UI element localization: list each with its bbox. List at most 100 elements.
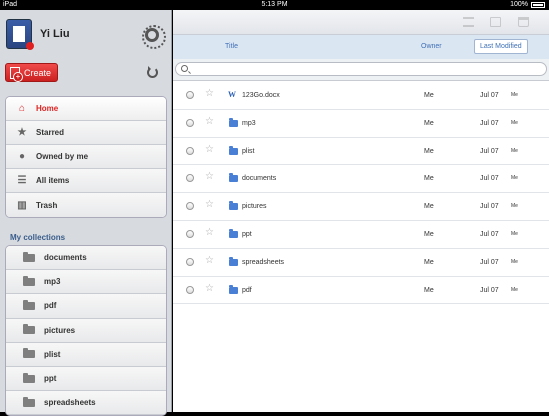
- select-checkbox[interactable]: [186, 202, 194, 211]
- star-icon[interactable]: ☆: [205, 116, 214, 127]
- file-name[interactable]: plist: [242, 148, 254, 155]
- file-row[interactable]: ☆ pdf Me Jul 07 Me: [173, 277, 549, 305]
- collection-item-pictures[interactable]: pictures: [6, 318, 166, 343]
- nav-item-owned-by-me[interactable]: ● Owned by me: [6, 145, 166, 169]
- file-owner: Me: [424, 286, 434, 294]
- file-row[interactable]: ☆ plist Me Jul 07 Me: [173, 138, 549, 166]
- select-checkbox[interactable]: [186, 285, 194, 294]
- move-icon[interactable]: [463, 17, 474, 27]
- file-date: Jul 07: [480, 92, 499, 99]
- file-name[interactable]: pdf: [242, 287, 252, 294]
- main-panel: Title Owner Last Modified ☆ W 123Go.docx Me…: [173, 10, 549, 412]
- collection-item-mp3[interactable]: mp3: [6, 270, 166, 295]
- folder-icon: [229, 117, 238, 127]
- create-button[interactable]: Create: [5, 63, 58, 82]
- file-modified-by: Me: [511, 230, 518, 237]
- nav-item-label: All items: [36, 176, 70, 185]
- folder-icon: [229, 256, 238, 266]
- select-checkbox[interactable]: [186, 118, 194, 127]
- nav-item-all-items[interactable]: ☰ All items: [6, 169, 166, 193]
- star-icon: ★: [17, 127, 27, 138]
- file-name[interactable]: ppt: [242, 231, 252, 238]
- folder-icon: [229, 145, 238, 155]
- nav-item-trash[interactable]: ▥ Trash: [6, 193, 166, 217]
- clock: 5:13 PM: [261, 1, 288, 8]
- file-list: ☆ W 123Go.docx Me Jul 07 Me ☆ mp3 Me Jul 07 Me ☆ pli…: [173, 82, 549, 305]
- file-row[interactable]: ☆ mp3 Me Jul 07 Me: [173, 110, 549, 138]
- file-name[interactable]: spreadsheets: [242, 259, 284, 266]
- folder-icon: [229, 284, 238, 294]
- file-row[interactable]: ☆ W 123Go.docx Me Jul 07 Me: [173, 82, 549, 110]
- nav-item-home[interactable]: ⌂ Home: [6, 97, 166, 121]
- file-row[interactable]: ☆ ppt Me Jul 07 Me: [173, 221, 549, 249]
- delete-icon[interactable]: [518, 17, 529, 27]
- select-checkbox[interactable]: [186, 174, 194, 183]
- column-header: Title Owner Last Modified: [173, 35, 549, 59]
- trash-icon: ▥: [17, 199, 27, 211]
- status-bar: iPad 5:13 PM 100%: [0, 0, 549, 10]
- file-name[interactable]: 123Go.docx: [242, 92, 280, 99]
- file-date: Jul 07: [480, 286, 499, 294]
- folder-icon: [23, 324, 35, 335]
- file-name[interactable]: pictures: [242, 203, 267, 210]
- search-input[interactable]: [192, 63, 532, 75]
- collection-label: documents: [44, 253, 87, 263]
- sidebar: Yi Liu Create ⌂ Home ★ Starred ● Owned by me ☰…: [0, 10, 172, 416]
- collection-item-pdf[interactable]: pdf: [6, 294, 166, 319]
- select-checkbox[interactable]: [186, 229, 194, 238]
- file-owner: Me: [424, 230, 434, 238]
- file-date: Jul 07: [480, 119, 499, 127]
- select-checkbox[interactable]: [186, 91, 194, 99]
- file-owner: Me: [424, 175, 434, 183]
- list-icon: ☰: [17, 175, 27, 186]
- file-date: Jul 07: [480, 147, 499, 155]
- nav-item-label: Home: [36, 104, 59, 113]
- star-icon[interactable]: ☆: [205, 199, 214, 210]
- file-date: Jul 07: [480, 203, 499, 211]
- collection-item-documents[interactable]: documents: [6, 246, 166, 271]
- collection-label: plist: [44, 349, 61, 359]
- star-icon[interactable]: ☆: [205, 255, 214, 266]
- new-folder-icon[interactable]: [490, 17, 501, 27]
- file-name[interactable]: mp3: [242, 120, 256, 127]
- star-icon[interactable]: ☆: [205, 283, 214, 294]
- profile-header: Yi Liu: [0, 10, 172, 60]
- star-icon[interactable]: ☆: [205, 88, 214, 99]
- search-box[interactable]: [175, 62, 547, 76]
- star-icon[interactable]: ☆: [205, 171, 214, 182]
- select-checkbox[interactable]: [186, 257, 194, 266]
- avatar[interactable]: [6, 19, 34, 50]
- file-owner: Me: [424, 203, 434, 211]
- star-icon[interactable]: ☆: [205, 227, 214, 238]
- file-row[interactable]: ☆ spreadsheets Me Jul 07 Me: [173, 249, 549, 277]
- nav-item-label: Trash: [36, 200, 58, 210]
- file-modified-by: Me: [511, 286, 518, 293]
- collection-label: ppt: [44, 374, 57, 384]
- collection-label: pictures: [44, 325, 76, 335]
- battery-percent: 100%: [510, 1, 528, 8]
- file-row[interactable]: ☆ documents Me Jul 07 Me: [173, 165, 549, 194]
- select-checkbox[interactable]: [186, 146, 194, 155]
- battery-icon: [531, 1, 545, 8]
- gear-icon[interactable]: [142, 25, 166, 49]
- folder-icon: [229, 201, 238, 211]
- folder-icon: [23, 275, 35, 286]
- sort-title-button[interactable]: Title: [225, 43, 238, 50]
- collection-label: pdf: [44, 301, 57, 311]
- nav-list: ⌂ Home ★ Starred ● Owned by me ☰ All items ▥ Tras…: [5, 96, 167, 218]
- nav-item-starred[interactable]: ★ Starred: [6, 121, 166, 145]
- sort-last-modified-button[interactable]: Last Modified: [474, 39, 528, 54]
- create-label: Create: [24, 67, 52, 78]
- star-icon[interactable]: ☆: [205, 144, 214, 155]
- file-modified-by: Me: [511, 147, 518, 154]
- home-icon: ⌂: [18, 103, 26, 114]
- file-name[interactable]: documents: [242, 175, 276, 182]
- refresh-icon[interactable]: [147, 66, 158, 78]
- collection-item-plist[interactable]: plist: [6, 342, 166, 367]
- toolbar: [173, 10, 549, 35]
- user-name: Yi Liu: [40, 28, 70, 40]
- file-modified-by: Me: [511, 175, 518, 182]
- file-row[interactable]: ☆ pictures Me Jul 07 Me: [173, 193, 549, 221]
- sort-owner-button[interactable]: Owner: [421, 43, 442, 50]
- collection-item-ppt[interactable]: ppt: [6, 366, 166, 392]
